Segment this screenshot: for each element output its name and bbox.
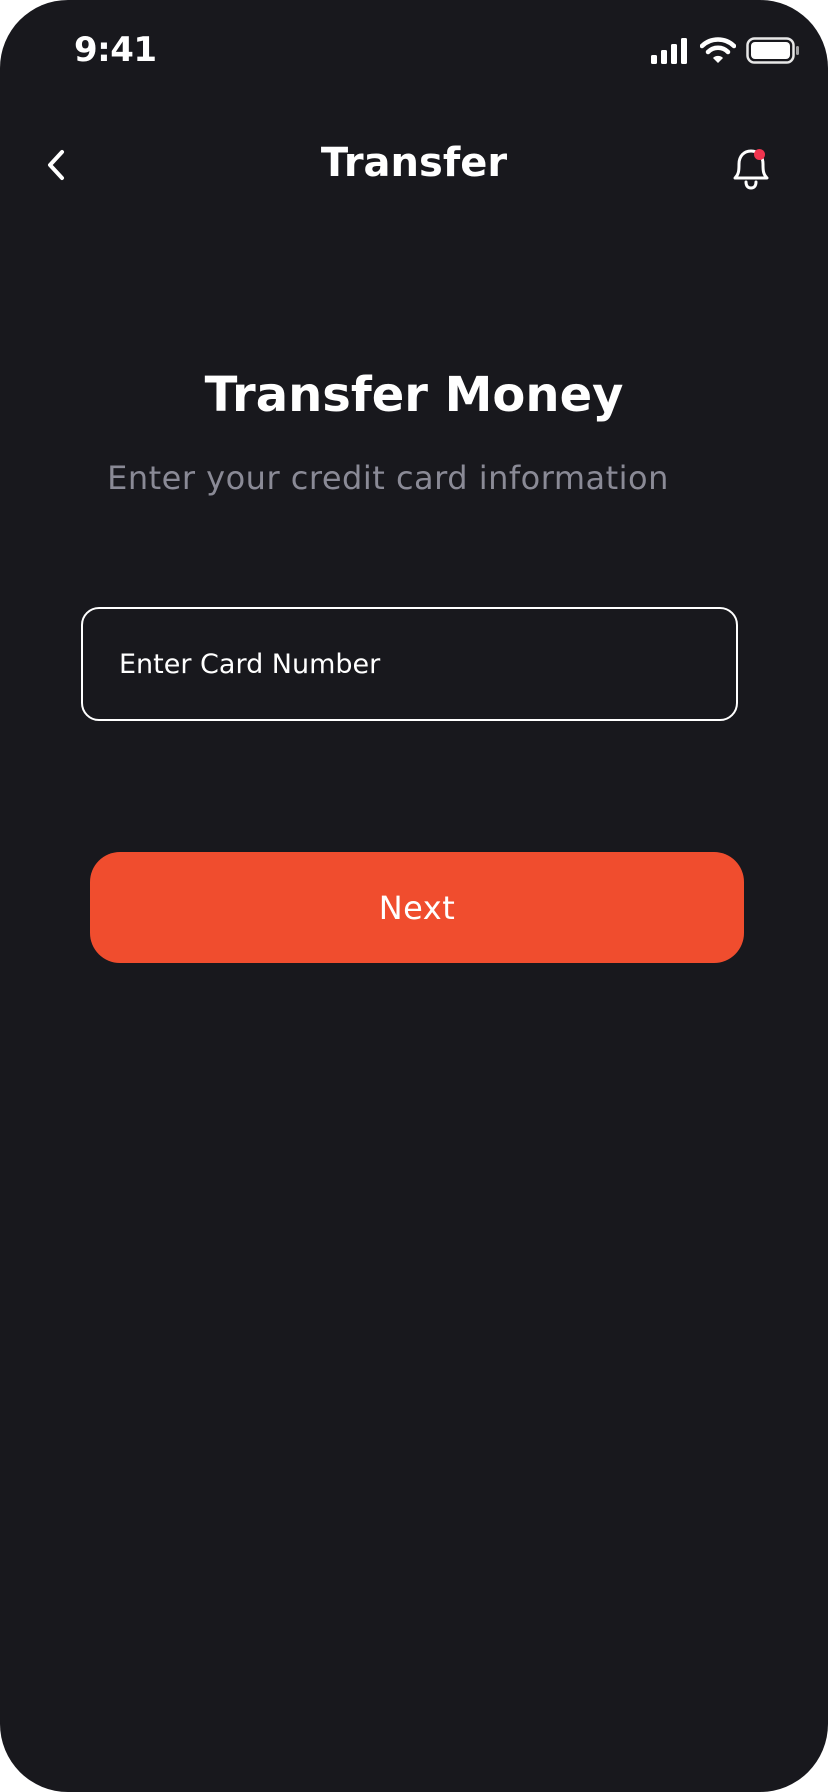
- cellular-signal-icon: [651, 38, 687, 64]
- chevron-left-icon: [48, 150, 64, 180]
- notifications-button[interactable]: [722, 140, 780, 200]
- page-subtitle: Enter your credit card information: [107, 459, 669, 497]
- card-number-input[interactable]: [81, 607, 738, 721]
- back-button[interactable]: [36, 140, 76, 190]
- notification-badge: [754, 149, 765, 160]
- transfer-screen: 9:41 Transfer Transfer Money Enter your …: [0, 0, 828, 1792]
- bell-icon: [733, 149, 769, 190]
- wifi-icon: [700, 37, 736, 63]
- battery-icon: [746, 37, 799, 64]
- status-time: 9:41: [74, 30, 157, 70]
- next-button[interactable]: Next: [90, 852, 744, 963]
- page-title: Transfer Money: [204, 367, 624, 423]
- header-title: Transfer: [320, 140, 508, 186]
